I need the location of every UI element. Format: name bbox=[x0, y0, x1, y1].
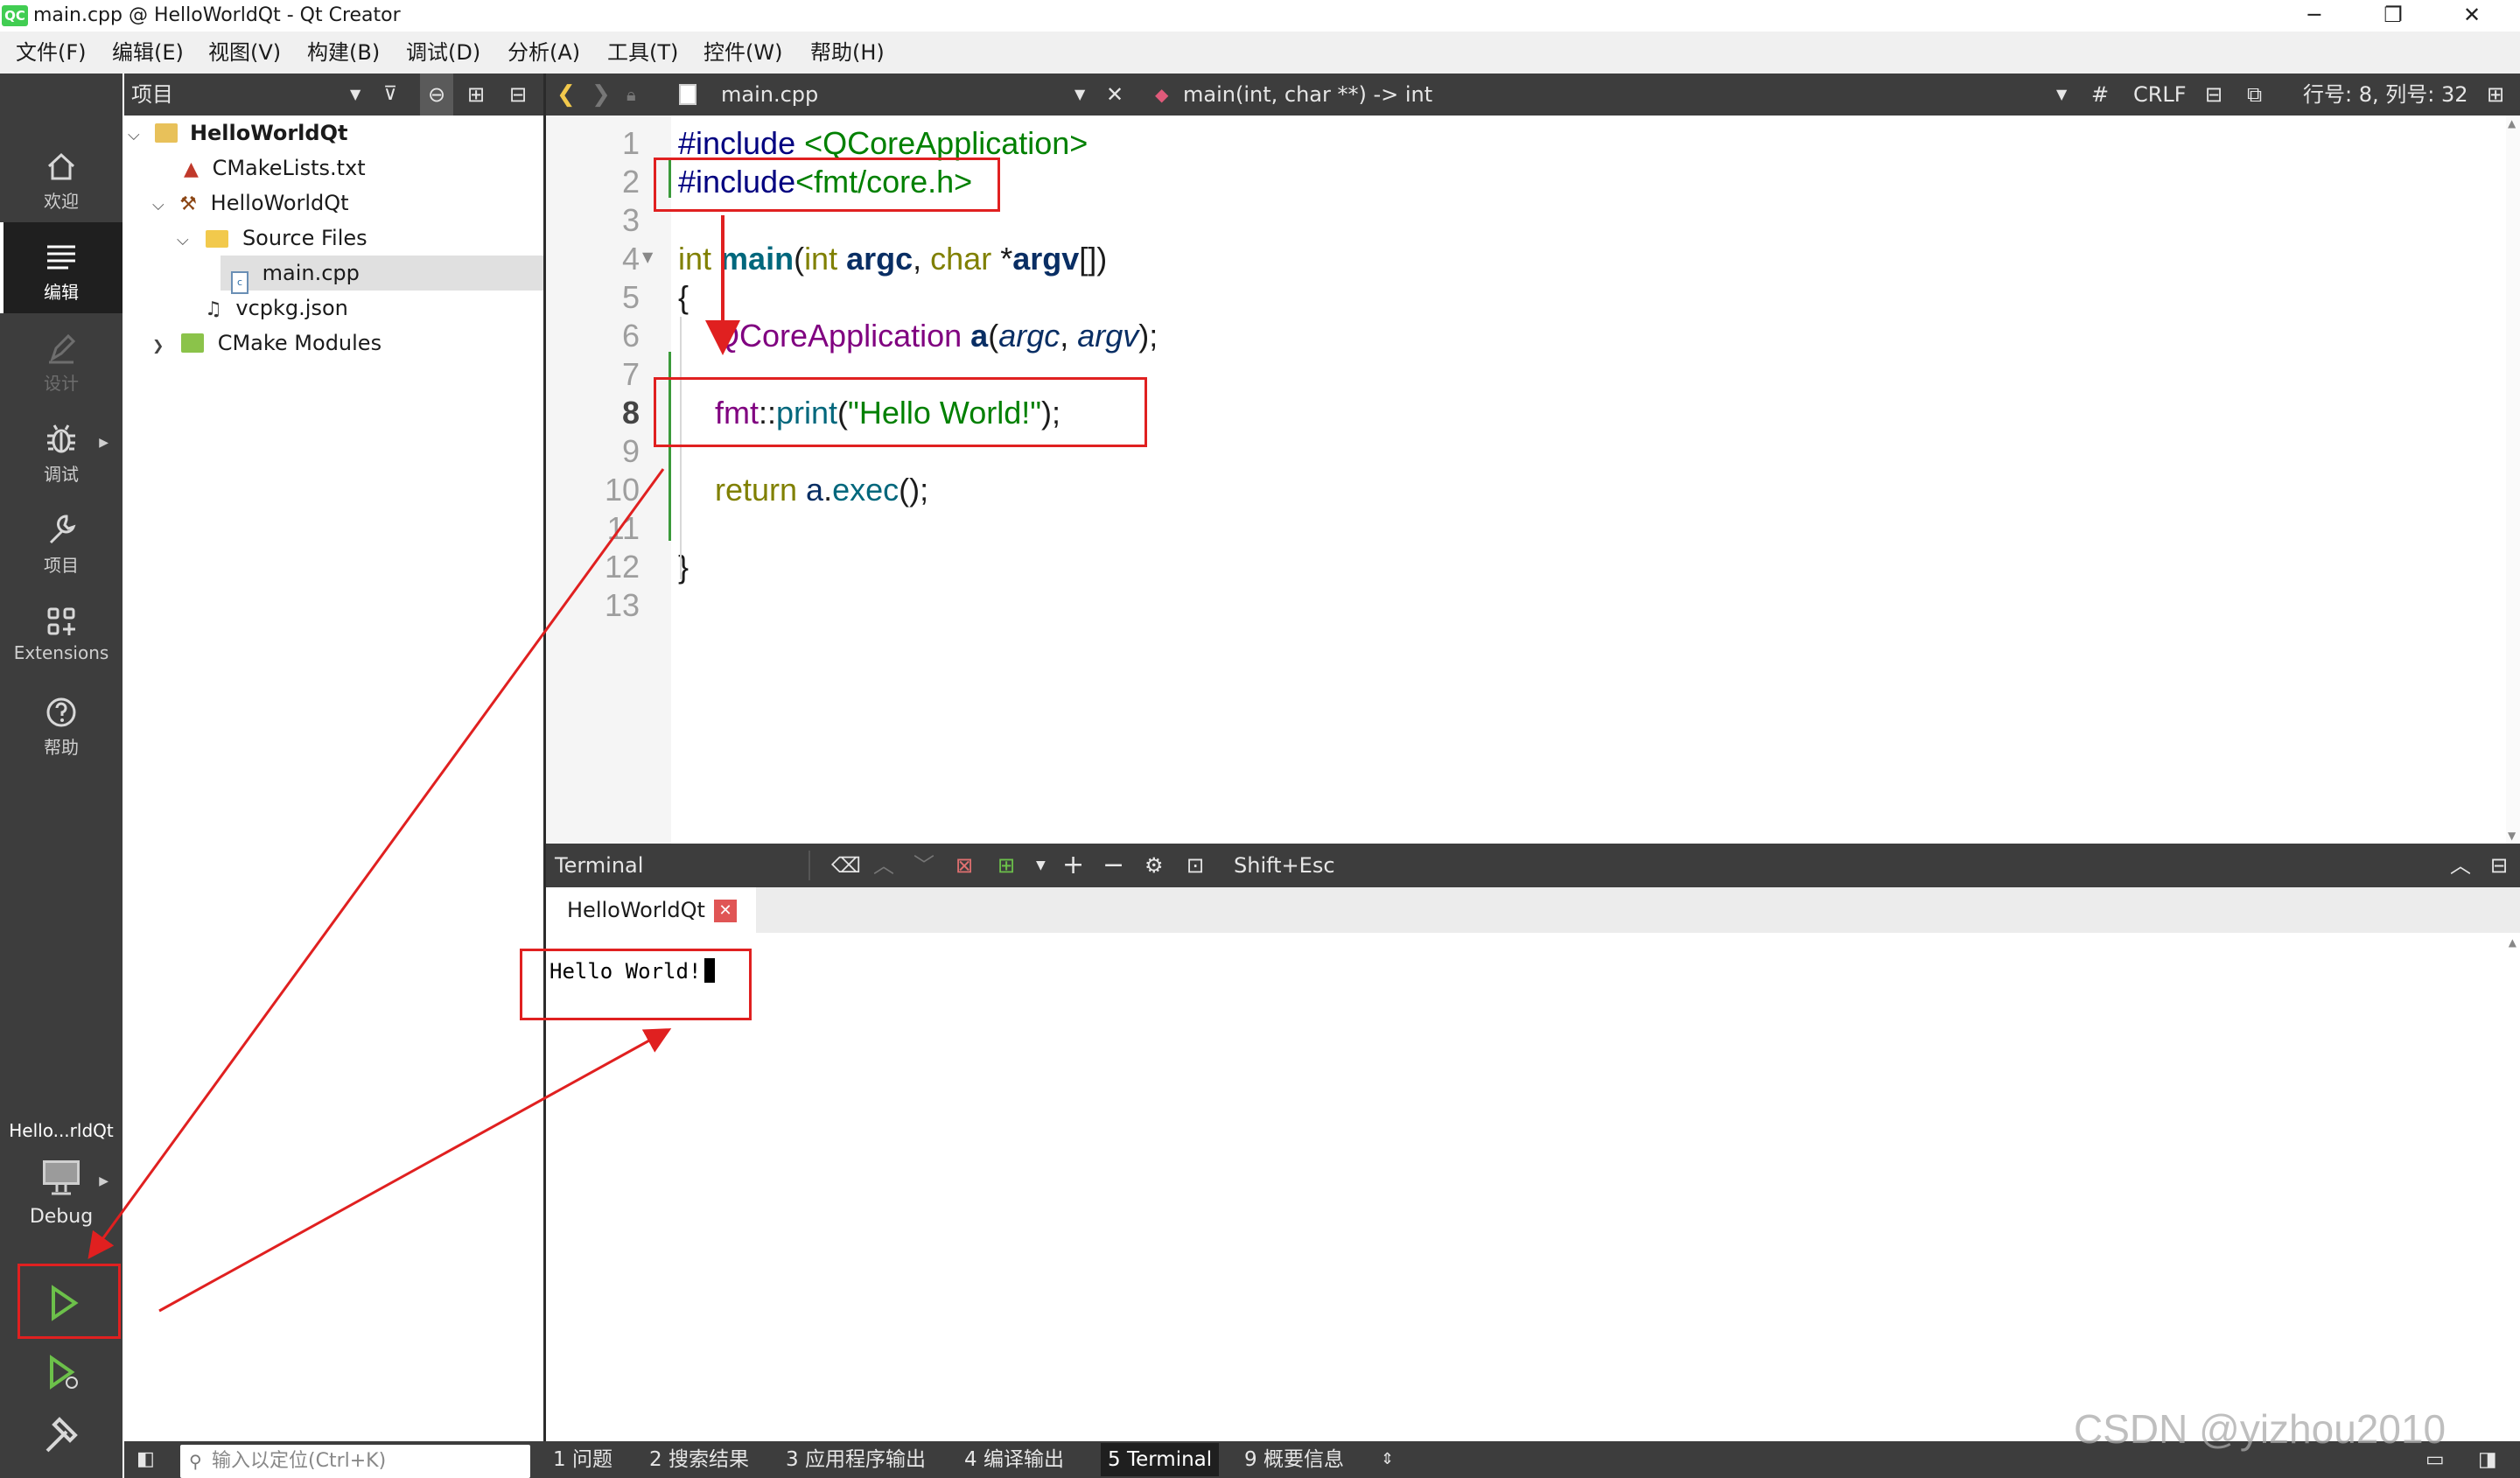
annotation-arrow-code-to-run bbox=[88, 468, 665, 1259]
annotation-arrow-run-to-output bbox=[158, 1028, 672, 1313]
annotation-arrows bbox=[88, 215, 740, 1313]
